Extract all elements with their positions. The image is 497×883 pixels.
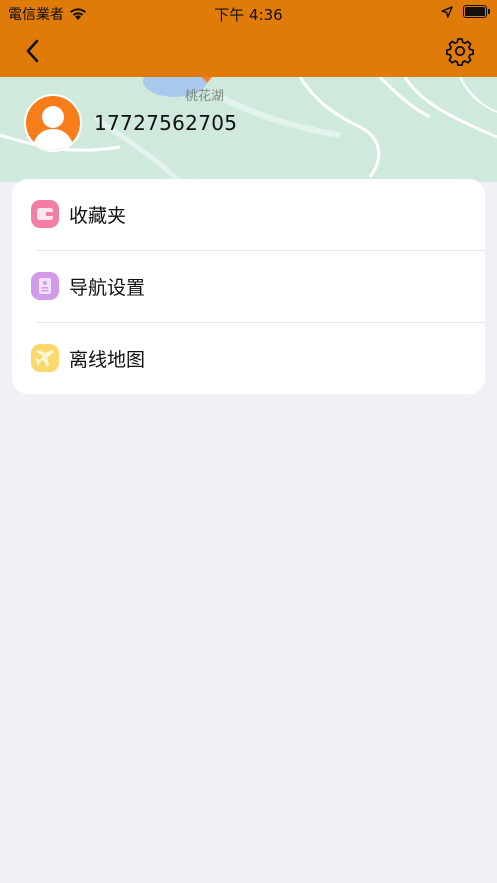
avatar[interactable] xyxy=(24,94,82,152)
profile-section: 17727562705 xyxy=(24,94,237,152)
status-right xyxy=(441,5,490,18)
phone-number: 17727562705 xyxy=(94,111,238,135)
nav-header: 電信業者 下午 4:36 xyxy=(0,0,497,77)
menu-item-nav-settings[interactable]: 导航设置 xyxy=(12,251,485,322)
document-icon xyxy=(31,272,59,300)
chevron-left-icon xyxy=(26,39,39,63)
status-time: 下午 4:36 xyxy=(214,6,283,24)
menu-item-label: 收藏夹 xyxy=(69,205,127,227)
back-button[interactable] xyxy=(18,36,48,66)
menu-card: 收藏夹 导航设置 离线地图 xyxy=(12,179,485,394)
menu-item-label: 导航设置 xyxy=(69,277,146,299)
menu-item-offline-map[interactable]: 离线地图 xyxy=(12,323,485,394)
user-silhouette-icon xyxy=(32,106,74,150)
settings-button[interactable] xyxy=(445,36,475,67)
status-bar: 電信業者 下午 4:36 xyxy=(0,0,497,26)
wallet-icon xyxy=(31,200,59,228)
menu-item-favorites[interactable]: 收藏夹 xyxy=(12,179,485,250)
battery-icon xyxy=(463,5,490,18)
gear-icon xyxy=(446,38,474,67)
airplane-icon xyxy=(31,344,59,372)
location-arrow-icon xyxy=(441,5,453,18)
menu-item-label: 离线地图 xyxy=(69,349,146,371)
